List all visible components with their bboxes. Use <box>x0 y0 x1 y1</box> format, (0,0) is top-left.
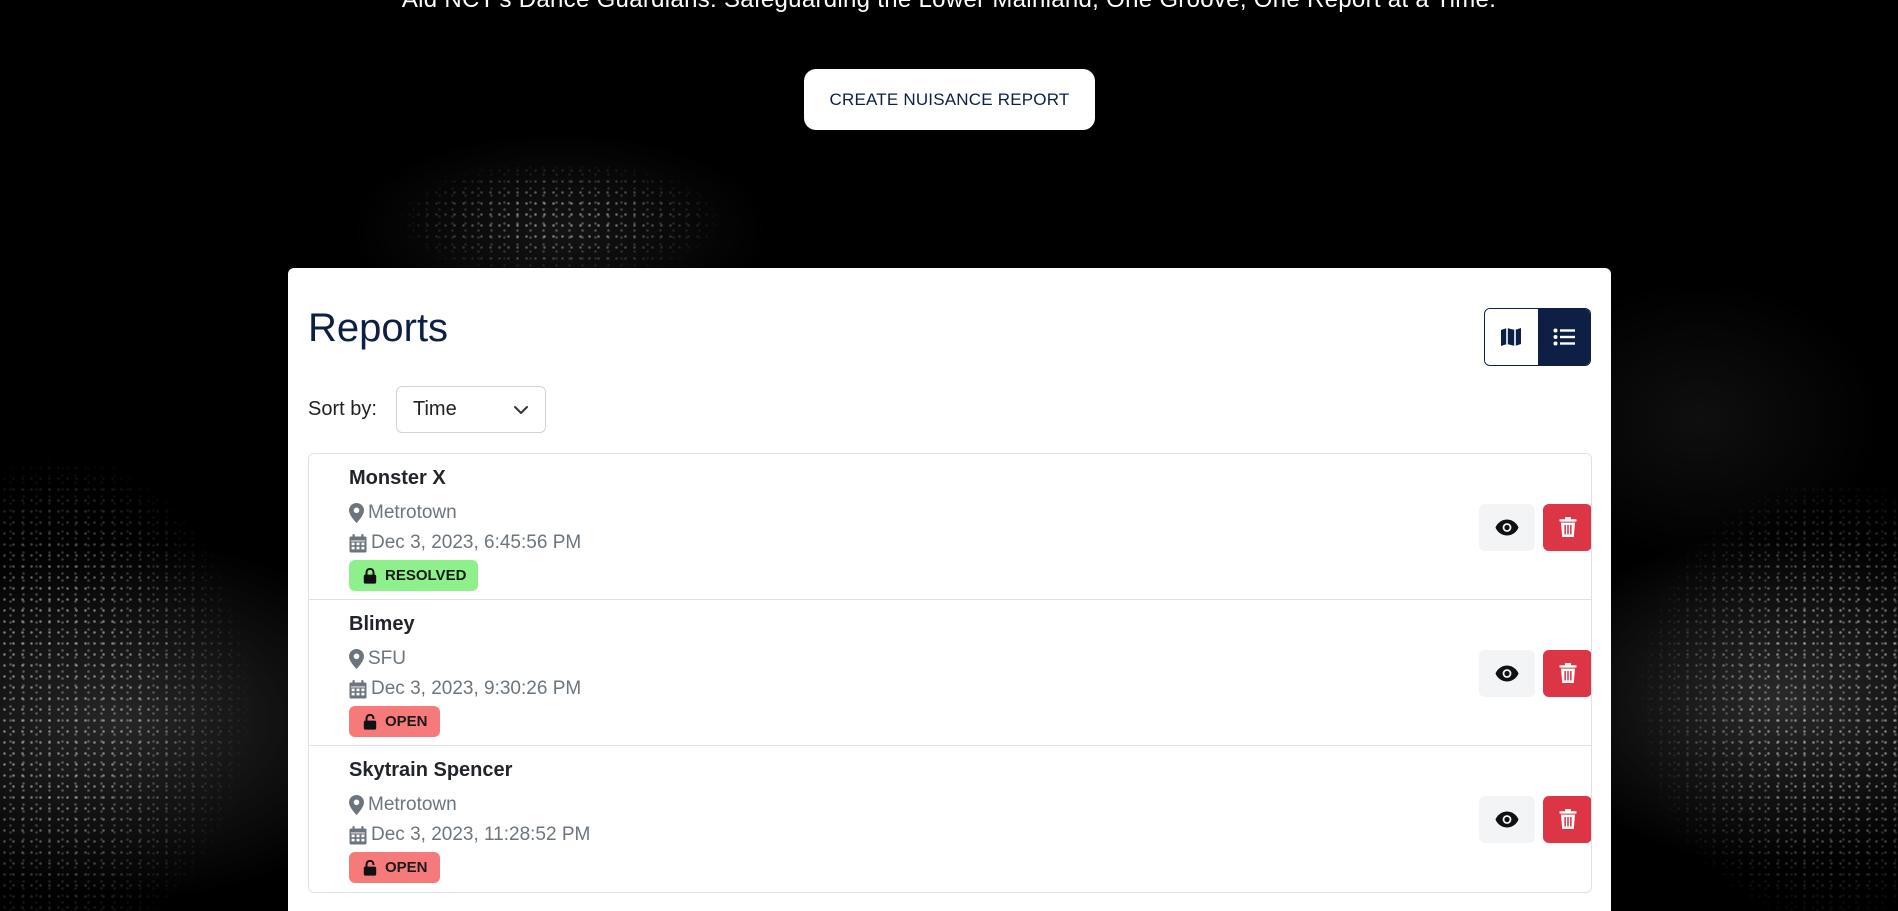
report-item: Skytrain Spencer Metrotown Dec 3, 2023, … <box>309 746 1591 892</box>
report-location: SFU <box>349 648 406 670</box>
report-location: Metrotown <box>349 794 457 816</box>
view-toggle <box>1484 308 1591 366</box>
sort-select[interactable]: Time <box>396 386 546 433</box>
report-list: Monster X Metrotown Dec 3, 2023, 6:45:56… <box>308 453 1592 893</box>
eye-icon <box>1495 665 1519 682</box>
map-marker-icon <box>349 795 364 815</box>
report-datetime-text: Dec 3, 2023, 6:45:56 PM <box>371 532 582 553</box>
report-location: Metrotown <box>349 502 457 524</box>
reports-card: Reports Sort by: Time Monster X Metrotow… <box>288 268 1611 911</box>
chevron-down-icon <box>514 405 528 414</box>
lock-icon <box>363 567 377 584</box>
status-badge-text: OPEN <box>385 859 428 876</box>
create-report-button[interactable]: CREATE NUISANCE REPORT <box>804 69 1095 130</box>
map-marker-icon <box>349 503 364 523</box>
trash-icon <box>1559 809 1576 829</box>
report-datetime: Dec 3, 2023, 6:45:56 PM <box>349 532 581 554</box>
list-view-button[interactable] <box>1537 309 1590 365</box>
status-badge: RESOLVED <box>349 560 479 591</box>
report-title: Blimey <box>349 613 415 635</box>
status-badge: OPEN <box>349 852 440 883</box>
delete-report-button[interactable] <box>1543 796 1591 843</box>
report-location-text: Metrotown <box>368 794 457 815</box>
report-datetime-text: Dec 3, 2023, 11:28:52 PM <box>371 824 591 845</box>
map-view-button[interactable] <box>1485 309 1538 365</box>
unlock-icon <box>363 713 377 730</box>
report-title: Monster X <box>349 467 446 489</box>
view-report-button[interactable] <box>1479 796 1535 843</box>
sort-selected-value: Time <box>413 398 457 420</box>
report-datetime: Dec 3, 2023, 9:30:26 PM <box>349 678 581 700</box>
view-report-button[interactable] <box>1479 650 1535 697</box>
report-datetime-text: Dec 3, 2023, 9:30:26 PM <box>371 678 582 699</box>
eye-icon <box>1495 519 1519 536</box>
trash-icon <box>1559 663 1576 683</box>
calendar-icon <box>349 679 367 698</box>
calendar-icon <box>349 533 367 552</box>
map-icon <box>1501 328 1522 346</box>
calendar-icon <box>349 825 367 844</box>
delete-report-button[interactable] <box>1543 504 1591 551</box>
status-badge-text: RESOLVED <box>385 567 467 584</box>
map-marker-icon <box>349 649 364 669</box>
eye-icon <box>1495 811 1519 828</box>
status-badge-text: OPEN <box>385 713 428 730</box>
report-datetime: Dec 3, 2023, 11:28:52 PM <box>349 824 590 846</box>
hero-tagline: Aid NCT's Dance Guardians: Safeguarding … <box>0 0 1898 14</box>
report-item: Blimey SFU Dec 3, 2023, 9:30:26 PM OPEN <box>309 600 1591 746</box>
trash-icon <box>1559 517 1576 537</box>
reports-title: Reports <box>308 306 449 350</box>
report-item: Monster X Metrotown Dec 3, 2023, 6:45:56… <box>309 454 1591 600</box>
unlock-icon <box>363 859 377 876</box>
list-icon <box>1553 328 1575 346</box>
report-location-text: Metrotown <box>368 502 457 523</box>
sort-label: Sort by: <box>308 398 377 420</box>
report-location-text: SFU <box>368 648 406 669</box>
delete-report-button[interactable] <box>1543 650 1591 697</box>
view-report-button[interactable] <box>1479 504 1535 551</box>
report-title: Skytrain Spencer <box>349 759 513 781</box>
status-badge: OPEN <box>349 706 440 737</box>
